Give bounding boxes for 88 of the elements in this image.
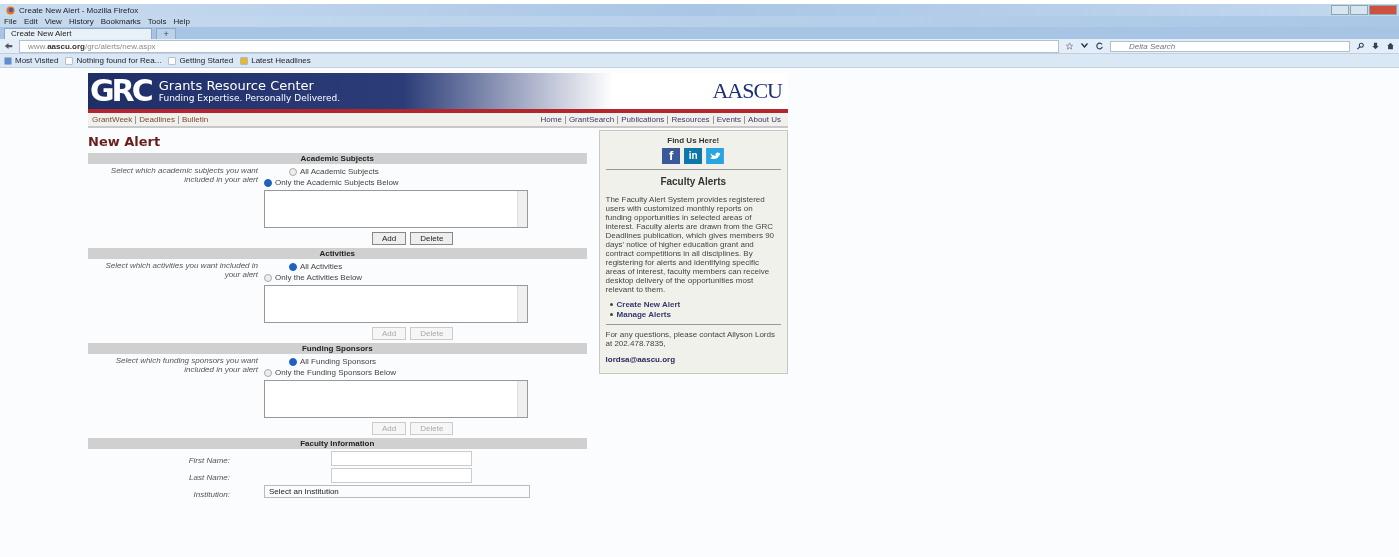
partner-logo[interactable]: AASCU (712, 78, 782, 104)
section-prompt: Select which academic subjects you want included in your alert (109, 166, 258, 184)
sidebar-link[interactable]: Create New Alert (616, 299, 681, 309)
star-icon[interactable] (1065, 42, 1074, 50)
home-icon[interactable] (1386, 42, 1395, 50)
scroll-bar[interactable] (517, 286, 527, 322)
reload-icon[interactable] (1095, 42, 1104, 50)
radio-button[interactable] (264, 273, 272, 282)
input-field[interactable] (331, 450, 472, 466)
nav-link[interactable]: Bulletin (177, 115, 212, 124)
contact-text: For any questions, please contact Allyson Lords at 202.478.7835, (605, 330, 776, 348)
new-tab-button[interactable]: + (156, 28, 176, 39)
scroll-bar[interactable] (517, 191, 527, 227)
section-prompt: Select which activities you want included in your alert (104, 261, 258, 279)
bookmark-link[interactable]: Nothing found for Rea... (76, 56, 162, 65)
select-field[interactable]: Select an Institution (264, 485, 530, 498)
radio-label: All Funding Sponsors (300, 357, 377, 366)
section-header: Funding Sponsors (88, 343, 587, 354)
menu-item[interactable]: Help (173, 17, 190, 26)
nav-link[interactable]: GrantWeek (92, 115, 136, 124)
list-box[interactable] (264, 190, 528, 228)
email-link[interactable]: lordsa@aascu.org (605, 355, 676, 364)
menu-item[interactable]: History (68, 17, 94, 26)
sidebar-heading: Find Us Here! (666, 136, 721, 145)
section-header: Faculty Information (88, 438, 587, 449)
scroll-bar[interactable] (517, 381, 527, 417)
bullet-icon (609, 302, 613, 306)
page-icon (168, 56, 177, 65)
close-button[interactable] (1369, 5, 1397, 15)
folder-icon (240, 56, 249, 65)
radio-button[interactable] (289, 357, 297, 366)
section-header: Activities (88, 248, 587, 259)
site-title: Grants Resource Center (158, 79, 315, 93)
page-icon (65, 56, 74, 65)
bookmark-link[interactable]: Latest Headlines (251, 56, 311, 65)
section-prompt: Select which funding sponsors you want included in your alert (114, 356, 258, 374)
radio-label: Only the Academic Subjects Below (275, 178, 399, 187)
menu-item[interactable]: Bookmarks (100, 17, 141, 26)
field-label: Last Name: (189, 472, 231, 482)
nav-link[interactable]: Home (540, 115, 565, 124)
menu-item[interactable]: File (4, 17, 17, 26)
list-box[interactable] (264, 380, 528, 418)
sidebar-text: The Faculty Alert System provides registered users with customized monthly reports on funding opportunities in selected areas of interest. Faculty alerts are drawn from the GRC Deadlines publication, which gives members 90 days' notice of higher education grant and contract competitions in all disciplines. By registering for alerts and identifying specific areas of interest, faculty members can receive desktop delivery of the opportunities most relevant to them. (605, 195, 776, 294)
search-field[interactable]: Delta Search (1110, 40, 1350, 52)
bookmark-link[interactable]: Getting Started (179, 56, 234, 65)
field-label: First Name: (188, 455, 231, 465)
nav-link[interactable]: Deadlines (135, 115, 178, 124)
site-logo[interactable]: GRC (88, 75, 159, 107)
delete-button[interactable]: Delete (410, 232, 454, 245)
nav-link[interactable]: Events (712, 115, 745, 124)
sidebar-title: Faculty Alerts (659, 176, 728, 187)
site-tagline: Funding Expertise. Personally Delivered. (158, 93, 341, 103)
nav-link[interactable]: Resources (667, 115, 713, 124)
radio-button[interactable] (289, 262, 297, 271)
browser-logo-icon (6, 5, 15, 15)
browser-tab[interactable]: Create New Alert (4, 28, 153, 39)
bookmark-link[interactable]: Most Visited (15, 56, 59, 65)
menu-item[interactable]: Tools (147, 17, 167, 26)
radio-button[interactable] (264, 178, 272, 187)
page-heading: New Alert (88, 134, 162, 149)
minimize-button[interactable] (1331, 5, 1349, 15)
list-box[interactable] (264, 285, 528, 323)
field-label: Institution: (193, 489, 231, 499)
radio-label: Only the Activities Below (275, 273, 363, 282)
search-icon[interactable] (1356, 42, 1365, 50)
add-button[interactable]: Add (372, 232, 407, 245)
radio-label: All Academic Subjects (300, 167, 379, 176)
download-icon[interactable] (1371, 42, 1380, 50)
input-field[interactable] (331, 467, 472, 483)
radio-button[interactable] (264, 368, 272, 377)
back-arrow-icon[interactable] (4, 42, 13, 50)
window-title: Create New Alert - Mozilla Firefox (19, 5, 139, 15)
nav-link[interactable]: Publications (617, 115, 668, 124)
menu-item[interactable]: Edit (23, 17, 38, 26)
radio-label: All Activities (300, 262, 343, 271)
menu-item[interactable]: View (44, 17, 62, 26)
nav-link[interactable]: About Us (744, 115, 784, 124)
sidebar-link[interactable]: Manage Alerts (616, 309, 671, 319)
page-icon (4, 56, 12, 65)
maximize-button[interactable] (1350, 5, 1368, 15)
linkedin-link[interactable]: in (684, 148, 703, 164)
radio-label: Only the Funding Sponsors Below (275, 368, 396, 377)
bullet-icon (609, 312, 613, 316)
address-field[interactable]: www.aascu.org/grc/alerts/new.aspx (19, 39, 1059, 53)
section-header: Academic Subjects (88, 153, 587, 164)
radio-button[interactable] (289, 167, 297, 176)
facebook-link[interactable]: f (662, 148, 681, 164)
nav-link[interactable]: GrantSearch (564, 115, 618, 124)
